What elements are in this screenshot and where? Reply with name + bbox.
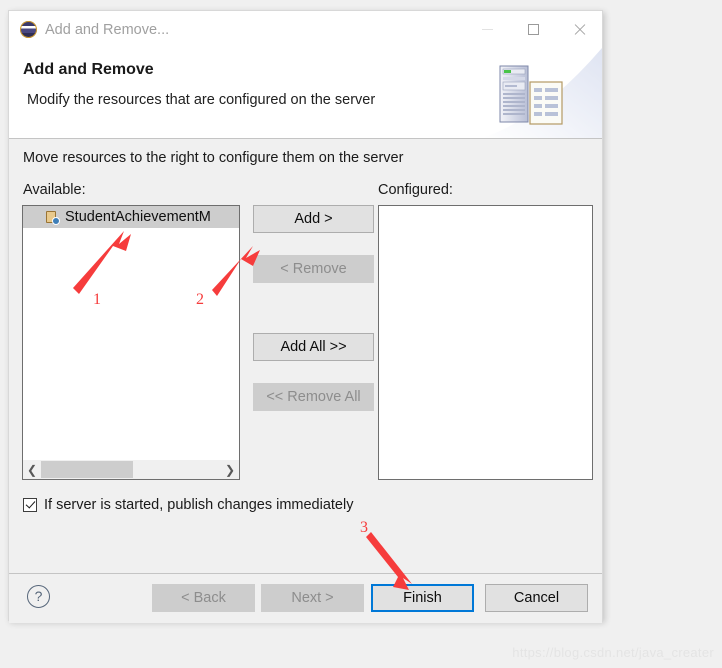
finish-button[interactable]: Finish [371,584,474,612]
publish-checkbox-row[interactable]: If server is started, publish changes im… [23,497,353,513]
maximize-button[interactable] [510,11,556,48]
scrollbar-thumb[interactable] [41,461,133,478]
annotation-number-3: 3 [360,519,368,536]
remove-all-button: << Remove All [253,383,374,411]
configured-label: Configured: [378,182,453,198]
title-bar: Add and Remove... [9,11,602,48]
instruction-text: Move resources to the right to configure… [23,150,404,166]
close-icon [573,23,586,36]
chevron-left-icon[interactable]: ❮ [23,460,41,479]
add-all-button[interactable]: Add All >> [253,333,374,361]
back-button: < Back [152,584,255,612]
remove-button: < Remove [253,255,374,283]
server-and-document-icon [482,48,602,138]
configured-list[interactable] [378,205,593,480]
annotation-number-1: 1 [93,291,101,308]
available-label: Available: [23,182,86,198]
next-button: Next > [261,584,364,612]
scrollbar-track[interactable] [41,460,221,479]
eclipse-icon [20,21,37,38]
add-and-remove-dialog: Add and Remove... Add and Remove Modify … [8,10,603,623]
close-button[interactable] [556,11,602,48]
available-list[interactable]: StudentAchievementM ❮ ❯ [22,205,240,480]
dialog-header: Add and Remove Modify the resources that… [9,48,602,139]
window-controls [464,11,602,48]
chevron-right-icon[interactable]: ❯ [221,460,239,479]
publish-checkbox-label: If server is started, publish changes im… [44,497,354,513]
horizontal-scrollbar[interactable]: ❮ ❯ [23,459,239,479]
page-title: Add and Remove [23,61,154,78]
window-title: Add and Remove... [45,21,170,38]
add-button[interactable]: Add > [253,205,374,233]
dialog-body: Move resources to the right to configure… [9,139,602,573]
publish-checkbox[interactable] [23,498,37,512]
minimize-button[interactable] [464,11,510,48]
minimize-icon [481,29,493,30]
annotation-number-2: 2 [196,291,204,308]
cancel-button[interactable]: Cancel [485,584,588,612]
maximize-icon [527,24,539,35]
list-item[interactable]: StudentAchievementM [23,206,239,228]
watermark: https://blog.csdn.net/java_creater [512,645,714,660]
dialog-footer: ? < Back Next > Finish Cancel [9,573,602,623]
list-item-label: StudentAchievementM [65,209,211,225]
page-description: Modify the resources that are configured… [27,92,376,108]
web-project-icon [45,210,60,225]
help-icon[interactable]: ? [27,585,50,608]
